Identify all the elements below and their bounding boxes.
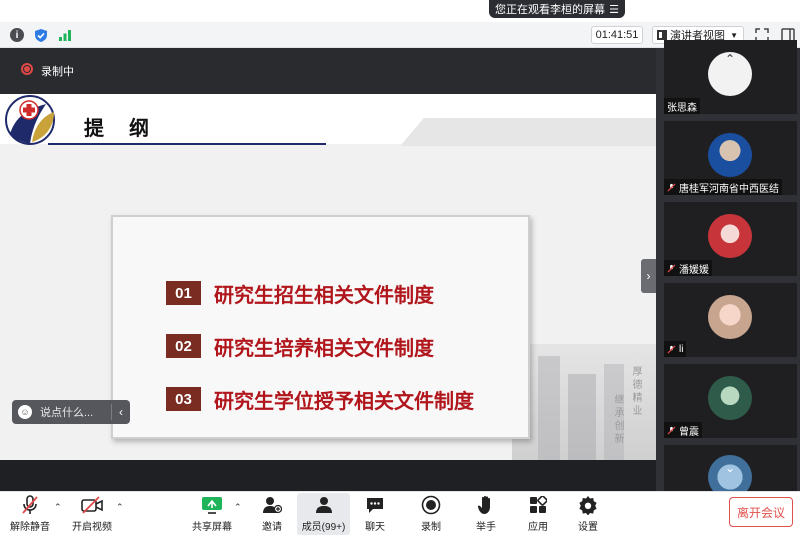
- shared-screen: 录制中 提 纲 厚德精业 继承创新 01 研究生招生相关文件制度 02 研究生培…: [0, 48, 656, 491]
- chevron-up-icon[interactable]: ⌃: [116, 502, 124, 513]
- chat-label: 聊天: [365, 522, 385, 533]
- mic-muted-icon: [667, 263, 676, 273]
- participant-tile[interactable]: ⌃ 张思森: [664, 40, 797, 114]
- emoji-icon[interactable]: ☺: [18, 405, 32, 419]
- settings-label: 设置: [578, 522, 598, 533]
- bottom-toolbar: 解除静音 ⌃ 开启视频 ⌃ 共享屏幕 ⌃ 邀请 成员(99+) 聊天 录制 举手…: [0, 491, 800, 535]
- meeting-timer: 01:41:51: [591, 26, 643, 44]
- chat-input[interactable]: ☺ 说点什么... ‹: [12, 400, 130, 424]
- participant-name: li: [664, 341, 687, 357]
- chevron-right-icon: ›: [646, 269, 651, 283]
- avatar: [708, 133, 752, 177]
- share-screen-icon: [201, 494, 223, 516]
- chevron-down-icon[interactable]: ⌄: [720, 461, 740, 475]
- chevron-up-icon[interactable]: ⌃: [54, 502, 62, 513]
- watching-banner-text: 您正在观看李桓的屏幕: [495, 4, 605, 16]
- outline-number: 03: [166, 387, 201, 411]
- meeting-window: 您正在观看李桓的屏幕 ☰ i 01:41:51 演讲者视图 ▼ 录制中 提 纲 …: [0, 0, 800, 535]
- motto-text: 继承创新: [612, 394, 623, 446]
- shield-icon[interactable]: [33, 27, 49, 43]
- outline-text: 研究生招生相关文件制度: [214, 284, 434, 307]
- apps-icon: [527, 494, 549, 516]
- start-video-button[interactable]: 开启视频: [70, 494, 114, 534]
- unmute-label: 解除静音: [10, 522, 50, 533]
- signal-icon[interactable]: [57, 27, 73, 43]
- outline-number: 02: [166, 334, 201, 358]
- mic-muted-icon: [19, 494, 41, 516]
- video-off-icon: [81, 494, 103, 516]
- participant-name: 潘媛媛: [664, 260, 712, 276]
- leave-meeting-button[interactable]: 离开会议: [729, 497, 793, 527]
- panel-collapse-handle[interactable]: ›: [641, 259, 656, 293]
- raise-hand-label: 举手: [476, 522, 496, 533]
- invite-label: 邀请: [262, 522, 282, 533]
- outline-item: 03 研究生学位授予相关文件制度: [166, 386, 474, 413]
- chevron-up-icon[interactable]: ⌃: [720, 52, 740, 66]
- outline-box: 01 研究生招生相关文件制度 02 研究生培养相关文件制度 03 研究生学位授予…: [111, 215, 530, 439]
- start-video-label: 开启视频: [72, 522, 112, 533]
- avatar: [708, 214, 752, 258]
- chevron-left-icon[interactable]: ‹: [112, 405, 130, 419]
- apps-button[interactable]: 应用: [526, 494, 550, 534]
- invite-button[interactable]: 邀请: [258, 494, 286, 534]
- participant-name: 张思森: [664, 98, 700, 114]
- participant-name: 唐桂军河南省中西医结: [664, 179, 782, 195]
- chat-icon: [364, 494, 386, 516]
- hospital-logo: [2, 94, 60, 146]
- participant-name: 曾震: [664, 422, 702, 438]
- outline-text: 研究生学位授予相关文件制度: [214, 390, 474, 413]
- members-button[interactable]: 成员(99+): [299, 494, 348, 534]
- record-label: 录制: [421, 522, 441, 533]
- chevron-up-icon[interactable]: ⌃: [234, 502, 242, 513]
- speaker-view-icon: [657, 30, 667, 40]
- chevron-down-icon: ▼: [730, 30, 738, 40]
- mic-muted-icon: [667, 344, 676, 354]
- chat-button[interactable]: 聊天: [363, 494, 387, 534]
- outline-item: 02 研究生培养相关文件制度: [166, 333, 434, 360]
- participant-tile[interactable]: li: [664, 283, 797, 357]
- recording-label: 录制中: [41, 66, 74, 78]
- participant-tile[interactable]: ⌄: [664, 445, 797, 499]
- list-icon[interactable]: ☰: [609, 3, 619, 16]
- apps-label: 应用: [528, 522, 548, 533]
- avatar: [708, 376, 752, 420]
- mic-muted-icon: [667, 425, 676, 435]
- recording-bar: 录制中: [0, 48, 656, 94]
- outline-item: 01 研究生招生相关文件制度: [166, 280, 434, 307]
- watching-banner[interactable]: 您正在观看李桓的屏幕 ☰: [489, 0, 625, 18]
- share-screen-label: 共享屏幕: [192, 522, 232, 533]
- slide-title: 提 纲: [84, 116, 158, 140]
- mic-muted-icon: [667, 182, 676, 192]
- unmute-button[interactable]: 解除静音: [10, 494, 50, 534]
- share-screen-button[interactable]: 共享屏幕: [191, 494, 233, 534]
- info-icon[interactable]: i: [10, 28, 24, 42]
- gear-icon: [577, 494, 599, 516]
- outline-number: 01: [166, 281, 201, 305]
- participant-tile[interactable]: 唐桂军河南省中西医结: [664, 121, 797, 195]
- motto-text: 厚德精业: [630, 366, 641, 418]
- members-label: 成员(99+): [301, 522, 346, 533]
- add-user-icon: [261, 494, 283, 516]
- raise-hand-button[interactable]: 举手: [474, 494, 498, 534]
- participant-tile[interactable]: 曾震: [664, 364, 797, 438]
- avatar: [708, 295, 752, 339]
- record-icon: [420, 494, 442, 516]
- title-underline: [48, 143, 326, 145]
- hand-icon: [475, 494, 497, 516]
- participant-tile[interactable]: 潘媛媛: [664, 202, 797, 276]
- outline-text: 研究生培养相关文件制度: [214, 337, 434, 360]
- settings-button[interactable]: 设置: [576, 494, 600, 534]
- members-icon: [313, 494, 335, 516]
- record-button[interactable]: 录制: [419, 494, 443, 534]
- chat-placeholder: 说点什么...: [40, 407, 94, 419]
- recording-icon: [21, 63, 33, 75]
- slide-decoration: [400, 118, 656, 146]
